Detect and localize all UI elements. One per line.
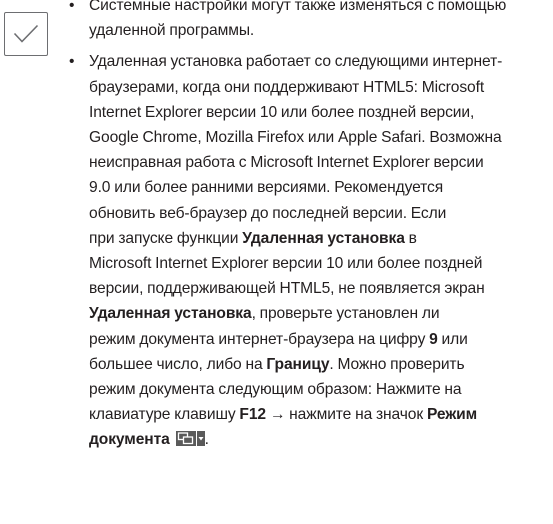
text-fragment: , проверьте установлен ли bbox=[251, 305, 440, 323]
notes-list: • Системные настройки могут также изменя… bbox=[60, 0, 552, 453]
document-mode-term: документа bbox=[89, 431, 170, 449]
document-mode-term: Режим bbox=[426, 406, 478, 424]
text-fragment: режим документа интернет-браузера на циф… bbox=[89, 330, 430, 348]
text-line: браузерами, когда они поддерживают HTML5… bbox=[89, 78, 485, 96]
bullet-point: • bbox=[69, 53, 75, 71]
text-fragment: большее число, либо на bbox=[89, 355, 267, 373]
text-line: версии, поддерживающей HTML5, не появляе… bbox=[89, 280, 485, 298]
remote-setup-term: Удаленная установка bbox=[242, 229, 405, 247]
text-line: неисправная работа с Microsoft Internet … bbox=[89, 154, 484, 172]
text-fragment: или bbox=[437, 330, 468, 348]
version-number: 9 bbox=[429, 330, 438, 348]
text-line: Удаленная установка работает со следующи… bbox=[89, 53, 503, 71]
text-line: Системные настройки могут также изменять… bbox=[89, 0, 507, 14]
text-fragment: при запуске функции bbox=[89, 229, 243, 247]
text-line: Google Chrome, Mozilla Firefox или Apple… bbox=[89, 129, 502, 147]
text-line: обновить веб-браузер до последней версии… bbox=[89, 204, 447, 222]
text-fragment: . Можно проверить bbox=[329, 355, 465, 373]
edge-mode-term: Границу bbox=[266, 355, 330, 373]
document-mode-icon bbox=[175, 431, 205, 447]
key-name: F12 bbox=[239, 406, 266, 424]
checkmark-icon bbox=[13, 24, 39, 43]
list-item: • Системные настройки могут также изменя… bbox=[60, 0, 552, 43]
list-item: • Удаленная установка работает со следую… bbox=[60, 49, 552, 452]
text-fragment: в bbox=[404, 229, 417, 247]
text-line: Internet Explorer версии 10 или более по… bbox=[89, 103, 475, 121]
text-line: Microsoft Internet Explorer версии 10 ил… bbox=[89, 255, 483, 273]
text-line: удаленной программы. bbox=[89, 22, 255, 40]
text-line: режим документа следующим образом: Нажми… bbox=[89, 381, 462, 399]
bullet-point: • bbox=[69, 0, 75, 14]
remote-setup-term: Удаленная установка bbox=[89, 305, 252, 323]
text-fragment: . bbox=[204, 431, 209, 449]
text-fragment: клавиатуре клавишу bbox=[89, 406, 240, 424]
text-fragment: → нажмите на значок bbox=[266, 406, 427, 424]
text-line: 9.0 или более ранними версиями. Рекоменд… bbox=[89, 179, 444, 197]
checkmark-note-icon bbox=[4, 12, 48, 56]
